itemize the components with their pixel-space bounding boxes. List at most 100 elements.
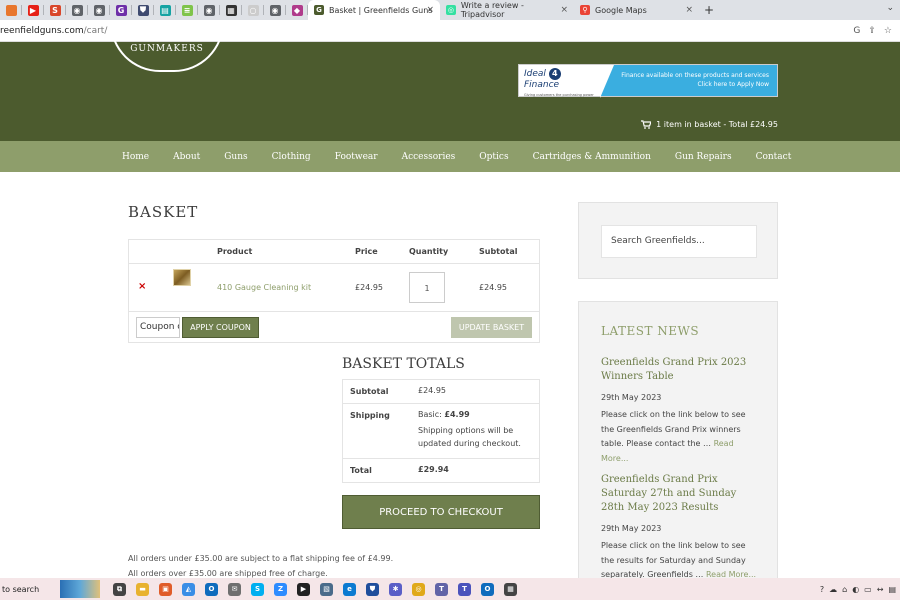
finance-banner[interactable]: Ideal 4 Finance Giving customers the pur… [518, 64, 778, 98]
nav-item[interactable]: About [173, 152, 200, 162]
logo-text: GUNMAKERS [130, 44, 204, 54]
bookmark-star-icon[interactable]: ☆ [884, 26, 892, 36]
new-tab-button[interactable]: + [699, 3, 719, 17]
pinned-tab[interactable] [0, 0, 22, 20]
nav-item[interactable]: Footwear [335, 152, 378, 162]
taskbar-apps: ⧉ ▬ ▣ ◭ O ✉ S Z ▶ ▧ e ⛊ ✱ ◎ T T O ▦ [108, 582, 522, 596]
basket-totals-table: Subtotal £24.95 Shipping Basic: £4.99 Sh… [342, 379, 540, 483]
file-explorer-icon[interactable]: ▬ [136, 582, 149, 596]
settings-app-icon[interactable]: ✱ [389, 582, 402, 596]
tray-icon[interactable]: ☁ [829, 585, 837, 594]
col-quantity: Quantity [409, 247, 449, 256]
chrome-icon[interactable]: ◎ [412, 582, 425, 596]
search-input[interactable]: Search Greenfields... [601, 225, 757, 258]
browser-tab[interactable]: G Basket | Greenfields Guns × [308, 0, 440, 20]
header-cart-link[interactable]: 1 item in basket - Total £24.95 [641, 120, 778, 129]
shipping-notes: All orders under £35.00 are subject to a… [128, 551, 393, 581]
news-post: Greenfields Grand Prix 2023 Winners Tabl… [601, 356, 761, 466]
tray-icon[interactable]: ? [820, 585, 824, 594]
pinned-tab[interactable]: ◉ [88, 0, 110, 20]
col-subtotal: Subtotal [479, 247, 518, 256]
pinned-tab[interactable]: S [44, 0, 66, 20]
close-tab-icon[interactable]: × [426, 5, 434, 15]
news-post-title-link[interactable]: Greenfields Grand Prix Saturday 27th and… [601, 473, 761, 515]
pinned-tab[interactable]: ▦ [220, 0, 242, 20]
photos-icon[interactable]: ◭ [182, 582, 195, 596]
g-app-icon: G [115, 4, 127, 16]
product-name-link[interactable]: 410 Gauge Cleaning kit [217, 283, 311, 292]
tray-icon[interactable]: ▤ [888, 585, 896, 594]
media-player-icon[interactable]: ▶ [297, 582, 310, 596]
shipping-note: Shipping options will be updated during … [418, 425, 521, 448]
pinned-tab[interactable]: ◉ [66, 0, 88, 20]
pinned-tab[interactable]: ≡ [176, 0, 198, 20]
nav-item[interactable]: Cartridges & Ammunition [533, 152, 651, 162]
banner-tagline: Giving customers the purchasing power [524, 93, 594, 97]
nav-item[interactable]: Clothing [272, 152, 311, 162]
tray-icon[interactable]: ⌂ [842, 585, 847, 594]
tray-icon[interactable]: ◐ [852, 585, 859, 594]
url-path: /cart/ [83, 25, 108, 36]
shield-app-icon[interactable]: ⛊ [366, 582, 379, 596]
close-tab-icon[interactable]: × [560, 5, 568, 15]
browser-tab[interactable]: ◎ Write a review - Tripadvisor × [440, 0, 574, 20]
scanner-icon[interactable]: ▧ [320, 582, 333, 596]
tab-title: Basket | Greenfields Guns [329, 5, 433, 15]
coupon-input[interactable]: Coupon code [136, 317, 180, 338]
pinned-tab[interactable]: ○ [242, 0, 264, 20]
calculator-icon[interactable]: ▦ [504, 582, 517, 596]
pinned-tab[interactable]: G [110, 0, 132, 20]
tray-icon[interactable]: ▭ [864, 585, 872, 594]
search-highlight-image[interactable] [60, 580, 100, 598]
apply-coupon-button[interactable]: APPLY COUPON [182, 317, 259, 338]
edge-icon[interactable]: e [343, 582, 356, 596]
nav-item[interactable]: Gun Repairs [675, 152, 732, 162]
ideal4finance-logo: Ideal 4 Finance [524, 68, 561, 90]
update-basket-button[interactable]: UPDATE BASKET [451, 317, 532, 338]
proceed-to-checkout-button[interactable]: PROCEED TO CHECKOUT [342, 495, 540, 529]
outlook-icon-2[interactable]: O [481, 582, 494, 596]
shipping-label: Shipping [350, 411, 390, 420]
col-product: Product [217, 247, 253, 256]
teams-icon[interactable]: T [435, 582, 448, 596]
pinned-tab[interactable]: ◉ [264, 0, 286, 20]
tab-search-chevron-icon[interactable]: ⌄ [886, 3, 894, 13]
share-icon[interactable]: ⇪ [868, 26, 876, 36]
mail-icon[interactable]: ✉ [228, 582, 241, 596]
globe-icon: ◉ [71, 4, 83, 16]
nav-item[interactable]: Accessories [402, 152, 456, 162]
remove-item-icon[interactable]: × [138, 281, 146, 292]
greenfields-logo[interactable]: GUNMAKERS [110, 22, 224, 72]
pinned-tab[interactable]: ▶ [22, 0, 44, 20]
close-tab-icon[interactable]: × [685, 5, 693, 15]
task-view-icon[interactable]: ⧉ [113, 582, 126, 596]
url-text[interactable]: reenfieldguns.com/cart/ [0, 26, 107, 36]
zoom-icon[interactable]: Z [274, 582, 287, 596]
nav-item[interactable]: Optics [479, 152, 508, 162]
google-lens-icon[interactable]: G [853, 26, 860, 36]
taskbar-search[interactable]: to search [0, 585, 60, 594]
item-subtotal: £24.95 [479, 283, 507, 292]
nav-item[interactable]: Home [122, 152, 149, 162]
pinned-tab[interactable]: ◉ [198, 0, 220, 20]
nav-item[interactable]: Contact [756, 152, 792, 162]
skype-icon[interactable]: S [251, 582, 264, 596]
browser-tabs: G Basket | Greenfields Guns × ◎ Write a revi… [308, 0, 699, 20]
windows-taskbar: to search ⧉ ▬ ▣ ◭ O ✉ S Z ▶ ▧ e ⛊ ✱ ◎ T T O ▦ ? ☁ ⌂ ◐ ▭ ↔ ▤ [0, 578, 900, 600]
news-post-title-link[interactable]: Greenfields Grand Prix 2023 Winners Tabl… [601, 356, 761, 384]
pinned-tab[interactable]: ▤ [154, 0, 176, 20]
browser-tab[interactable]: ⚲ Google Maps × [574, 0, 699, 20]
quantity-input[interactable]: 1 [409, 272, 445, 303]
store-icon[interactable]: ▣ [159, 582, 172, 596]
item-price: £24.95 [355, 283, 383, 292]
browser-tab-strip: ▶ S ◉ ◉ G ⛊ ▤ ≡ ◉ ▦ ○ ◉ ◆ G Basket | Greenfields Guns… [0, 0, 900, 20]
outlook-icon[interactable]: O [205, 582, 218, 596]
tray-icon[interactable]: ↔ [877, 585, 884, 594]
pinned-tab[interactable]: ⛊ [132, 0, 154, 20]
system-tray: ? ☁ ⌂ ◐ ▭ ↔ ▤ [820, 585, 896, 594]
teams-icon-2[interactable]: T [458, 582, 471, 596]
shipping-cost: £4.99 [444, 410, 470, 419]
product-thumbnail[interactable] [173, 269, 191, 286]
pinned-tab[interactable]: ◆ [286, 0, 308, 20]
nav-item[interactable]: Guns [224, 152, 247, 162]
